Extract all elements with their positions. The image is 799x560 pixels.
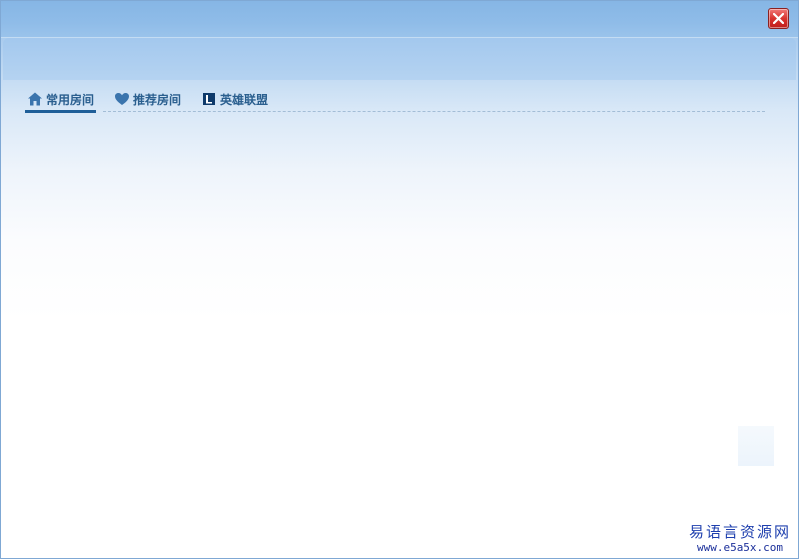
room-tabs: 常用房间 推荐房间 英雄联盟 bbox=[25, 89, 286, 113]
tab-label: 推荐房间 bbox=[133, 92, 182, 107]
watermark-chinese: 易语言资源网 bbox=[688, 523, 791, 541]
tab-label: 英雄联盟 bbox=[220, 92, 269, 107]
tab-recommended-rooms[interactable]: 推荐房间 bbox=[112, 89, 183, 109]
title-bar[interactable] bbox=[1, 1, 798, 38]
header-banner bbox=[3, 38, 796, 80]
room-window: 常用房间 推荐房间 英雄联盟 易语言资源网 www.e5a5x.com bbox=[0, 0, 799, 559]
tab-label: 常用房间 bbox=[46, 92, 95, 107]
tab-common-rooms[interactable]: 常用房间 bbox=[25, 89, 97, 113]
tab-league-of-legends[interactable]: 英雄联盟 bbox=[199, 89, 270, 109]
home-icon bbox=[28, 92, 42, 106]
league-icon bbox=[203, 93, 216, 105]
tab-divider bbox=[103, 111, 765, 112]
watermark-url: www.e5a5x.com bbox=[696, 541, 784, 554]
side-widget[interactable] bbox=[738, 426, 774, 466]
watermark: 易语言资源网 www.e5a5x.com bbox=[685, 523, 795, 555]
close-icon bbox=[773, 13, 784, 24]
heart-icon bbox=[115, 93, 130, 105]
close-button[interactable] bbox=[768, 8, 789, 29]
